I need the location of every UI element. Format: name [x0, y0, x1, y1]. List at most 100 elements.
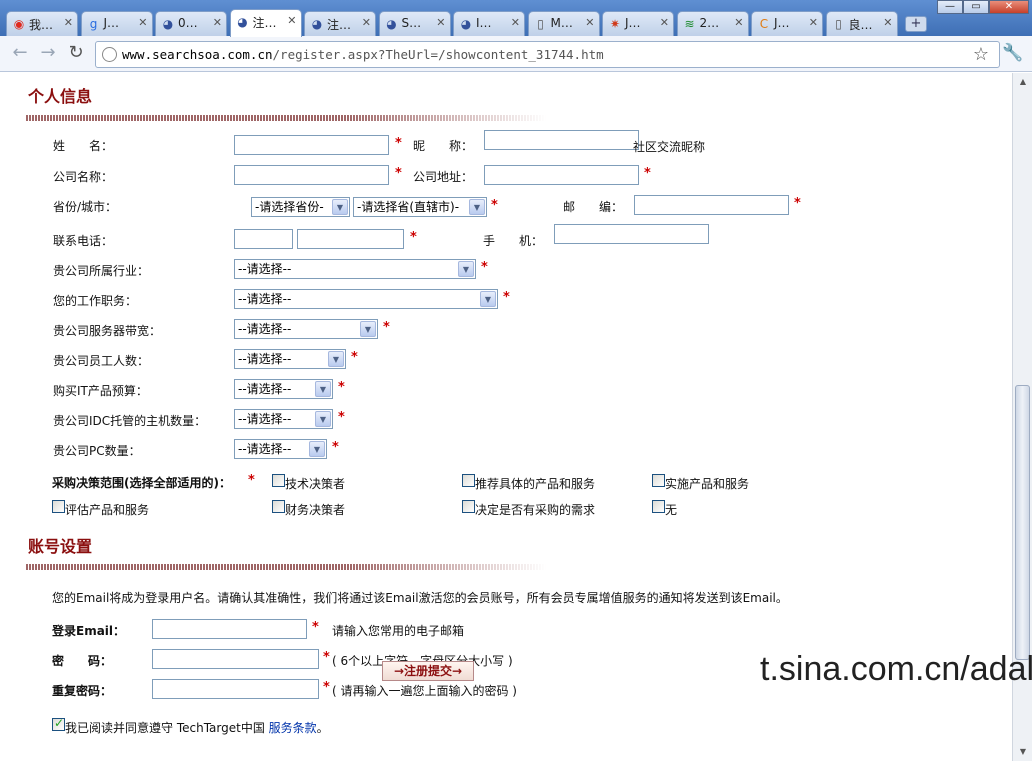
close-tab-icon[interactable]: ✕	[436, 16, 445, 29]
browser-tab[interactable]: ◕ 注… ✕	[229, 9, 302, 37]
checkbox-label: 财务决策者	[285, 503, 346, 517]
close-tab-icon[interactable]: ✕	[809, 16, 818, 29]
phone-area-input[interactable]	[234, 229, 293, 249]
required-mark: *	[503, 290, 510, 305]
password-input[interactable]	[152, 649, 319, 669]
reload-icon[interactable]: ↻	[64, 42, 88, 66]
scroll-down-icon[interactable]: ▼	[1016, 745, 1030, 759]
account-settings-title: 账号设置	[28, 537, 93, 556]
close-tab-icon[interactable]: ✕	[64, 16, 73, 29]
job-select[interactable]: --请选择-- ▼	[234, 289, 498, 309]
maximize-button[interactable]: ▭	[963, 0, 989, 14]
chevron-down-icon: ▼	[309, 441, 325, 457]
none-checkbox[interactable]	[652, 500, 665, 513]
browser-tab[interactable]: ◕ 注… ✕	[304, 11, 376, 36]
browser-tab[interactable]: C J… ✕	[751, 11, 823, 36]
industry-label: 贵公司所属行业：	[53, 264, 150, 278]
bandwidth-select[interactable]: --请选择-- ▼	[234, 319, 378, 339]
address-input[interactable]	[484, 165, 639, 185]
terms-link[interactable]: 服务条款	[269, 721, 317, 735]
confirm-password-input[interactable]	[152, 679, 319, 699]
idc-select[interactable]: --请选择-- ▼	[234, 409, 333, 429]
browser-tab[interactable]: ◕ I… ✕	[453, 11, 525, 36]
forward-icon[interactable]: →	[36, 42, 60, 66]
budget-select[interactable]: --请选择-- ▼	[234, 379, 333, 399]
required-mark: *	[312, 620, 319, 635]
industry-select[interactable]: --请选择-- ▼	[234, 259, 476, 279]
finance-decision-checkbox[interactable]	[272, 500, 285, 513]
bandwidth-label: 贵公司服务器带宽：	[53, 324, 162, 338]
tab-label: J…	[774, 16, 790, 30]
confirm-password-hint: ( 请再输入一遍您上面输入的密码 )	[332, 684, 517, 698]
budget-label: 购买IT产品预算：	[53, 384, 148, 398]
company-input[interactable]	[234, 165, 389, 185]
tech-decision-checkbox[interactable]	[272, 474, 285, 487]
chevron-down-icon: ▼	[480, 291, 496, 307]
name-input[interactable]	[234, 135, 389, 155]
tab-label: 0…	[178, 16, 198, 30]
eye-icon: ◕	[162, 17, 174, 31]
browser-tab[interactable]: ≋ 2… ✕	[676, 11, 749, 36]
required-mark: *	[395, 166, 402, 181]
email-input[interactable]	[152, 619, 307, 639]
close-window-button[interactable]: ✕	[989, 0, 1029, 14]
need-decision-checkbox[interactable]	[462, 500, 475, 513]
bookmark-star-icon[interactable]: ☆	[973, 44, 989, 65]
browser-tab[interactable]: g J… ✕	[80, 11, 153, 36]
section-divider	[26, 115, 546, 121]
close-tab-icon[interactable]: ✕	[138, 16, 147, 29]
close-tab-icon[interactable]: ✕	[362, 16, 371, 29]
minimize-button[interactable]: —	[937, 0, 963, 14]
close-tab-icon[interactable]: ✕	[660, 16, 669, 29]
phone-number-input[interactable]	[297, 229, 404, 249]
checkbox-label: 技术决策者	[285, 477, 346, 491]
recommend-checkbox[interactable]	[462, 474, 475, 487]
close-tab-icon[interactable]: ✕	[883, 16, 892, 29]
zip-input[interactable]	[634, 195, 789, 215]
submit-register-button[interactable]: →注册提交→	[382, 661, 474, 681]
close-tab-icon[interactable]: ✕	[213, 16, 222, 29]
chevron-down-icon: ▼	[315, 381, 331, 397]
chevron-down-icon: ▼	[315, 411, 331, 427]
mobile-input[interactable]	[554, 224, 709, 244]
s-icon: ≋	[684, 17, 695, 31]
nickname-hint: 社区交流昵称	[633, 140, 706, 154]
browser-tab[interactable]: ◕ 0… ✕	[155, 11, 227, 36]
required-mark: *	[794, 196, 801, 211]
required-mark: *	[351, 350, 358, 365]
weibo-icon: ◉	[13, 17, 25, 31]
implement-checkbox[interactable]	[652, 474, 665, 487]
close-tab-icon[interactable]: ✕	[287, 14, 296, 27]
required-mark: *	[395, 136, 402, 151]
email-hint: 请输入您常用的电子邮箱	[332, 624, 465, 638]
browser-tab[interactable]: ◕ S… ✕	[378, 11, 451, 36]
scroll-up-icon[interactable]: ▲	[1016, 75, 1030, 89]
new-tab-button[interactable]: +	[905, 16, 927, 32]
browser-tab[interactable]: ◉ 我… ✕	[6, 11, 78, 36]
email-label: 登录Email：	[52, 624, 126, 638]
browser-tab[interactable]: ▯ 良… ✕	[825, 11, 898, 36]
wrench-menu-icon[interactable]: 🔧	[1002, 43, 1023, 63]
back-icon[interactable]: ←	[8, 42, 32, 66]
zip-label: 邮 编：	[563, 200, 624, 214]
employees-select[interactable]: --请选择-- ▼	[234, 349, 346, 369]
city-select[interactable]: -请选择省(直辖市)- ▼	[353, 197, 487, 217]
close-tab-icon[interactable]: ✕	[511, 16, 520, 29]
browser-tab[interactable]: ▯ M… ✕	[527, 11, 600, 36]
evaluate-checkbox[interactable]	[52, 500, 65, 513]
close-tab-icon[interactable]: ✕	[585, 16, 594, 29]
pc-select[interactable]: --请选择-- ▼	[234, 439, 327, 459]
chevron-down-icon: ▼	[458, 261, 474, 277]
nickname-input[interactable]	[484, 130, 639, 150]
tab-label: 注…	[327, 18, 352, 32]
name-label: 姓 名：	[53, 139, 114, 153]
url-text: www.searchsoa.com.cn/register.aspx?TheUr…	[122, 47, 604, 62]
agree-terms-checkbox[interactable]	[52, 716, 65, 731]
browser-tab[interactable]: ✷ J… ✕	[602, 11, 674, 36]
province-select[interactable]: -请选择省份- ▼	[251, 197, 350, 217]
chevron-down-icon: ▼	[360, 321, 376, 337]
address-bar[interactable]: www.searchsoa.com.cn/register.aspx?TheUr…	[95, 41, 1000, 68]
close-tab-icon[interactable]: ✕	[734, 16, 743, 29]
scrollbar-thumb[interactable]	[1015, 385, 1030, 660]
page-icon: ▯	[537, 17, 544, 31]
